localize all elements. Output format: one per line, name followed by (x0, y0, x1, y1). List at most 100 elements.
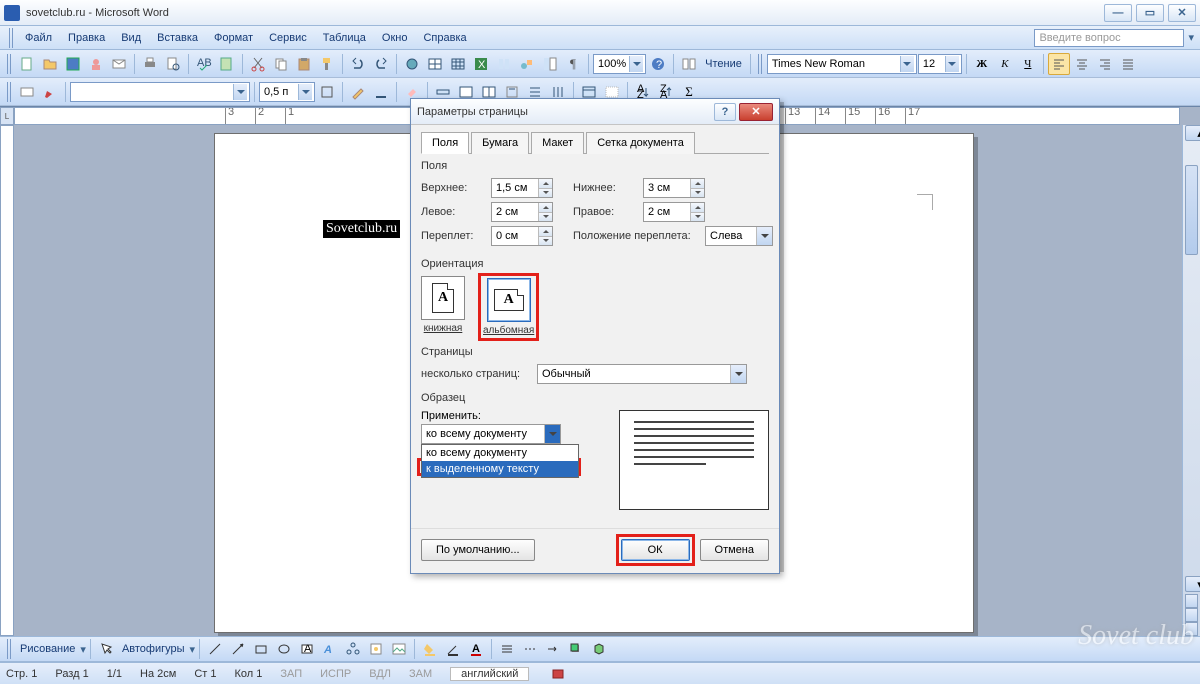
font-size-combo[interactable]: 12 (918, 54, 962, 74)
dialog-help-button[interactable]: ? (714, 103, 736, 121)
drawing-icon[interactable] (516, 53, 538, 75)
arrow-style-icon[interactable] (542, 638, 564, 660)
copy-icon[interactable] (270, 53, 292, 75)
spellcheck-icon[interactable]: ABC (193, 53, 215, 75)
right-margin-spinner[interactable] (643, 202, 705, 222)
line-spacing-combo[interactable]: 0,5 п (259, 82, 315, 102)
align-right-icon[interactable] (1094, 53, 1116, 75)
paste-icon[interactable] (293, 53, 315, 75)
picture-icon[interactable] (388, 638, 410, 660)
menu-window[interactable]: Окно (374, 29, 416, 47)
dash-style-icon[interactable] (519, 638, 541, 660)
tab-paper[interactable]: Бумага (471, 132, 529, 154)
redo-icon[interactable] (370, 53, 392, 75)
font-combo[interactable]: Times New Roman (767, 54, 917, 74)
style-combo[interactable] (70, 82, 250, 102)
menu-view[interactable]: Вид (113, 29, 149, 47)
multi-pages-select[interactable]: Обычный (537, 364, 747, 384)
vertical-ruler[interactable] (0, 125, 14, 636)
print-icon[interactable] (139, 53, 161, 75)
scroll-thumb[interactable] (1185, 165, 1198, 255)
vertical-scrollbar[interactable]: ▴ ▾ (1182, 125, 1200, 636)
line-style-icon[interactable] (496, 638, 518, 660)
orientation-landscape[interactable]: A альбомная (481, 276, 536, 338)
apply-opt-selection[interactable]: к выделенному тексту (422, 461, 578, 477)
new-doc-icon[interactable] (16, 53, 38, 75)
italic-button[interactable]: К (994, 53, 1016, 75)
fill-color-icon[interactable] (419, 638, 441, 660)
tab-grid[interactable]: Сетка документа (586, 132, 695, 154)
top-margin-spinner[interactable] (491, 178, 553, 198)
columns-icon[interactable] (493, 53, 515, 75)
ok-button[interactable]: ОК (621, 539, 690, 561)
tab-fields[interactable]: Поля (421, 132, 469, 154)
scroll-down-button[interactable]: ▾ (1185, 576, 1200, 592)
align-center-icon[interactable] (1071, 53, 1093, 75)
tables-borders-icon[interactable] (424, 53, 446, 75)
close-button[interactable]: ✕ (1168, 4, 1196, 22)
status-language[interactable]: английский (450, 667, 529, 681)
reading-layout-icon[interactable] (678, 53, 700, 75)
left-margin-spinner[interactable] (491, 202, 553, 222)
underline-button[interactable]: Ч (1017, 53, 1039, 75)
apply-to-dropdown[interactable]: ко всему документу к выделенному тексту (421, 444, 579, 478)
shadow-icon[interactable] (565, 638, 587, 660)
print-preview-icon[interactable] (162, 53, 184, 75)
arrow-icon[interactable] (227, 638, 249, 660)
hyperlink-icon[interactable] (401, 53, 423, 75)
envelope-icon[interactable] (16, 81, 38, 103)
line-icon[interactable] (204, 638, 226, 660)
menu-file[interactable]: Файл (17, 29, 60, 47)
next-page-button[interactable] (1185, 622, 1198, 636)
pencil-icon[interactable] (347, 81, 369, 103)
menu-tools[interactable]: Сервис (261, 29, 315, 47)
apply-to-select[interactable]: ко всему документу (421, 424, 561, 444)
minimize-button[interactable]: — (1104, 4, 1132, 22)
diagram-icon[interactable] (342, 638, 364, 660)
wordart-icon[interactable]: A (319, 638, 341, 660)
toolbar-grip[interactable] (7, 54, 12, 74)
selected-text[interactable]: Sovetclub.ru (323, 220, 400, 238)
dialog-titlebar[interactable]: Параметры страницы ? ✕ (411, 99, 779, 125)
stylus-icon[interactable] (39, 81, 61, 103)
cancel-button[interactable]: Отмена (700, 539, 769, 561)
prev-page-button[interactable] (1185, 594, 1198, 608)
toolbar-grip[interactable] (758, 54, 763, 74)
show-formatting-icon[interactable]: ¶ (562, 53, 584, 75)
oval-icon[interactable] (273, 638, 295, 660)
insert-table-icon[interactable] (447, 53, 469, 75)
clipart-icon[interactable] (365, 638, 387, 660)
menu-edit[interactable]: Правка (60, 29, 113, 47)
line-color-icon2[interactable] (442, 638, 464, 660)
menu-help[interactable]: Справка (415, 29, 474, 47)
reading-label[interactable]: Чтение (701, 58, 746, 70)
toolbar-grip[interactable] (9, 28, 14, 48)
format-painter-icon[interactable] (316, 53, 338, 75)
menu-format[interactable]: Формат (206, 29, 261, 47)
open-icon[interactable] (39, 53, 61, 75)
cut-icon[interactable] (247, 53, 269, 75)
undo-icon[interactable] (347, 53, 369, 75)
bold-button[interactable]: Ж (971, 53, 993, 75)
research-icon[interactable] (216, 53, 238, 75)
menu-insert[interactable]: Вставка (149, 29, 206, 47)
align-left-icon[interactable] (1048, 53, 1070, 75)
dialog-close-button[interactable]: ✕ (739, 103, 773, 121)
permission-icon[interactable] (85, 53, 107, 75)
maximize-button[interactable]: ▭ (1136, 4, 1164, 22)
scroll-up-button[interactable]: ▴ (1185, 125, 1200, 141)
toolbar-grip[interactable] (7, 82, 12, 102)
status-book-icon[interactable] (547, 663, 569, 685)
zoom-combo[interactable]: 100% (593, 54, 646, 74)
textbox-icon[interactable]: A (296, 638, 318, 660)
help-icon[interactable]: ? (647, 53, 669, 75)
orientation-portrait[interactable]: A книжная (421, 276, 465, 338)
ask-question-box[interactable]: Введите вопрос (1034, 29, 1184, 47)
gutter-pos-select[interactable]: Слева (705, 226, 773, 246)
apply-opt-whole-doc[interactable]: ко всему документу (422, 445, 578, 461)
doc-map-icon[interactable] (539, 53, 561, 75)
menu-table[interactable]: Таблица (315, 29, 374, 47)
default-button[interactable]: По умолчанию... (421, 539, 535, 561)
line-color-icon[interactable] (370, 81, 392, 103)
select-objects-icon[interactable] (95, 638, 117, 660)
